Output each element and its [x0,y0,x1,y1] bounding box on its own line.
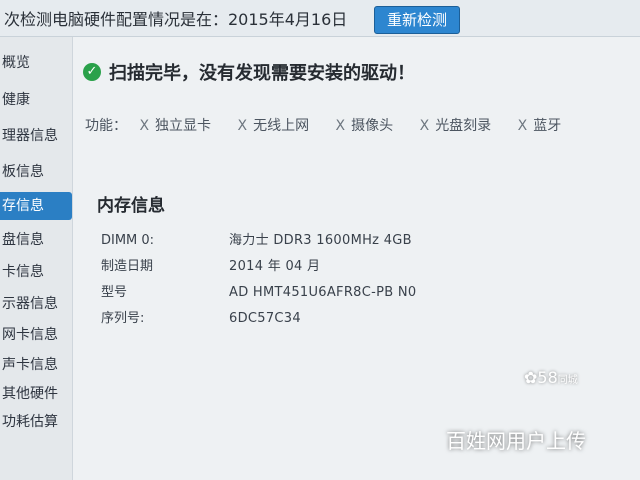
feature-item: X 摄像头 [336,118,394,134]
memory-key: DIMM 0: [101,233,155,248]
memory-row: 制造日期 2014 年 04 月 [101,255,320,274]
feature-name: 摄像头 [351,118,394,134]
sidebar-item-power[interactable]: 功耗估算 [0,408,72,436]
cross-icon: X [335,118,346,134]
watermark-logo-text: 58 [537,368,558,387]
sidebar-item-sound[interactable]: 声卡信息 [0,351,72,379]
top-bar: 次检测电脑硬件配置情况是在：2015年4月16日 重新检测 [0,0,640,37]
memory-row: 型号 AD HMT451U6AFR8C-PB N0 [101,281,417,300]
sidebar-item-motherboard[interactable]: 板信息 [0,158,72,186]
memory-value: 6DC57C34 [229,311,301,326]
feature-item: X 独立显卡 [139,118,211,134]
watermark-upload: 百姓网用户上传 [446,429,586,453]
feature-name: 蓝牙 [533,118,562,134]
sidebar-item-memory[interactable]: 存信息 [0,192,72,220]
feature-name: 独立显卡 [155,118,212,134]
sidebar-item-graphics[interactable]: 卡信息 [0,258,72,286]
sidebar-item-network[interactable]: 网卡信息 [0,321,72,349]
feature-list: 功能： X 独立显卡 X 无线上网 X 摄像头 X 光盘刻录 X 蓝牙 [85,115,583,135]
memory-value: AD HMT451U6AFR8C-PB N0 [229,285,417,300]
scan-status: ✓ 扫描完毕，没有发现需要安装的驱动！ [83,59,415,85]
recheck-button[interactable]: 重新检测 [374,6,460,34]
memory-value: 2014 年 04 月 [229,259,321,274]
sidebar-item-disk[interactable]: 盘信息 [0,226,72,254]
sidebar-item-other[interactable]: 其他硬件 [0,380,72,408]
memory-row: 序列号: 6DC57C34 [101,307,301,326]
watermark-logo-sub: 同城 [557,375,578,386]
sidebar-item-health[interactable]: 健康 [0,86,72,114]
feature-item: X 无线上网 [238,118,310,134]
memory-row: DIMM 0: 海力士 DDR3 1600MHz 4GB [101,229,412,248]
memory-key: 型号 [101,285,128,300]
cross-icon: X [517,118,528,134]
feature-item: X 光盘刻录 [420,118,492,134]
memory-key: 制造日期 [101,259,154,274]
cross-icon: X [419,118,430,134]
feature-label: 功能： [85,118,127,134]
sidebar-item-overview[interactable]: 概览 [0,49,72,77]
scan-status-text: 扫描完毕，没有发现需要安装的驱动！ [109,63,415,84]
watermark-logo: ✿58同城 [524,368,578,387]
memory-section-title: 内存信息 [97,196,165,216]
logo-icon: ✿ [524,368,538,387]
last-check-message: 次检测电脑硬件配置情况是在：2015年4月16日 [4,10,348,29]
sidebar-item-cpu[interactable]: 理器信息 [0,122,72,150]
main-content: ✓ 扫描完毕，没有发现需要安装的驱动！ 功能： X 独立显卡 X 无线上网 X 摄像头 … [73,37,640,480]
sidebar-item-monitor[interactable]: 示器信息 [0,290,72,318]
feature-name: 无线上网 [253,118,310,134]
feature-name: 光盘刻录 [435,118,492,134]
memory-value: 海力士 DDR3 1600MHz 4GB [229,233,412,248]
memory-key: 序列号: [101,311,145,326]
feature-item: X 蓝牙 [518,118,562,134]
check-circle-icon: ✓ [83,63,101,81]
sidebar: 概览 健康 理器信息 板信息 存信息 盘信息 卡信息 示器信息 网卡信息 声卡信… [0,37,73,480]
cross-icon: X [139,118,150,134]
cross-icon: X [237,118,248,134]
